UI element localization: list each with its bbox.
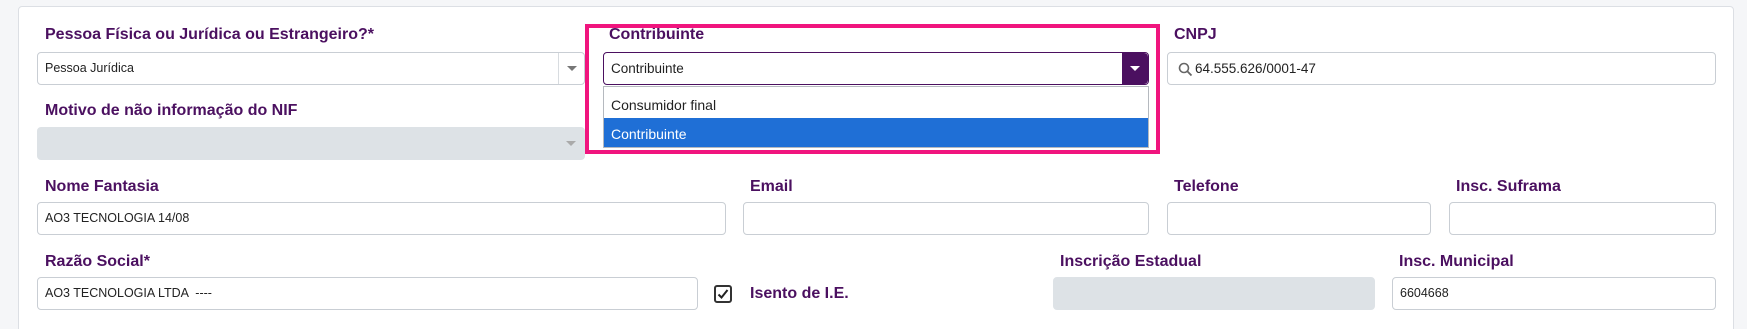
inscricao-estadual-input[interactable] <box>1053 277 1375 310</box>
cnpj-value: 64.555.626/0001-47 <box>1195 61 1316 76</box>
insc-suframa-input[interactable] <box>1449 202 1716 235</box>
tipo-pessoa-select[interactable]: Pessoa Jurídica <box>37 52 585 85</box>
highlight-box <box>585 24 1160 154</box>
razao-social-input[interactable]: AO3 TECNOLOGIA LTDA ---- <box>37 277 698 310</box>
search-icon[interactable] <box>1178 62 1193 77</box>
cnpj-input[interactable]: 64.555.626/0001-47 <box>1167 52 1716 85</box>
insc-municipal-label: Insc. Municipal <box>1399 253 1514 270</box>
isento-ie-checkbox[interactable] <box>714 285 732 303</box>
razao-social-label: Razão Social* <box>45 253 150 270</box>
tipo-pessoa-value: Pessoa Jurídica <box>45 61 134 75</box>
inscricao-estadual-label: Inscrição Estadual <box>1060 253 1202 270</box>
isento-ie-label[interactable]: Isento de I.E. <box>750 285 849 303</box>
telefone-input[interactable] <box>1167 202 1431 235</box>
nome-fantasia-value: AO3 TECNOLOGIA 14/08 <box>45 211 190 225</box>
email-input[interactable] <box>743 202 1149 235</box>
cnpj-label: CNPJ <box>1174 26 1217 43</box>
insc-suframa-label: Insc. Suframa <box>1456 178 1561 195</box>
nome-fantasia-label: Nome Fantasia <box>45 178 159 195</box>
chevron-down-icon[interactable] <box>558 128 584 159</box>
tipo-pessoa-label: Pessoa Física ou Jurídica ou Estrangeiro… <box>45 26 374 43</box>
insc-municipal-value: 6604668 <box>1400 286 1449 300</box>
motivo-nif-label: Motivo de não informação do NIF <box>45 102 298 119</box>
motivo-nif-select[interactable] <box>37 127 585 160</box>
email-label: Email <box>750 178 793 195</box>
check-icon <box>717 289 729 299</box>
razao-social-value: AO3 TECNOLOGIA LTDA ---- <box>45 286 212 300</box>
nome-fantasia-input[interactable]: AO3 TECNOLOGIA 14/08 <box>37 202 726 235</box>
telefone-label: Telefone <box>1174 178 1239 195</box>
insc-municipal-input[interactable]: 6604668 <box>1392 277 1716 310</box>
chevron-down-icon[interactable] <box>558 53 584 84</box>
